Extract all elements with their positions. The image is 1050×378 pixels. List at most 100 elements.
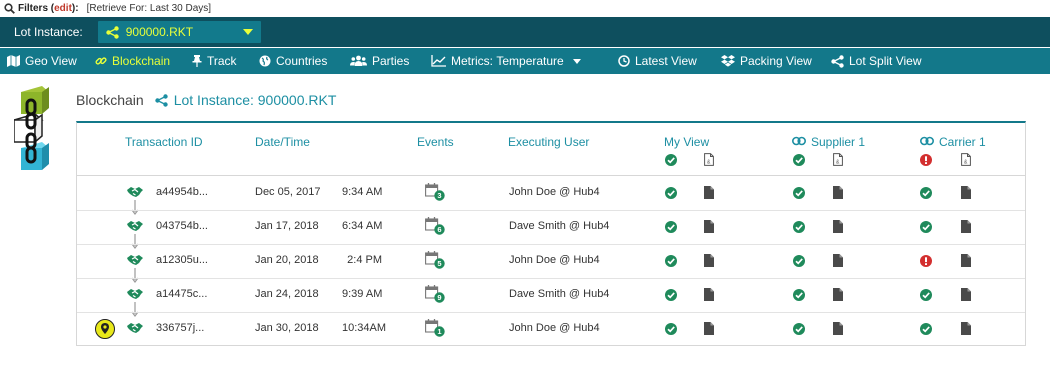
carrier-status-icon (920, 254, 932, 272)
lot-instance-bar: Lot Instance: 900000.RKT (0, 17, 1050, 47)
nav-metrics-label: Metrics: (451, 54, 493, 68)
my-view-status-icon (665, 254, 677, 272)
executing-user: Dave Smith @ Hub4 (509, 220, 610, 232)
row-divider (77, 244, 1025, 245)
supplier-status-icon (793, 322, 805, 340)
carrier-document-icon[interactable] (961, 186, 971, 204)
nav-geo-view[interactable]: Geo View (7, 48, 77, 74)
nav-countries-label: Countries (276, 54, 328, 68)
filters-edit-link[interactable]: edit (54, 3, 72, 14)
header-carrier[interactable]: Carrier 1 (939, 135, 986, 149)
date-cell: Jan 30, 2018 (255, 322, 319, 334)
nav-lot-split-view[interactable]: Lot Split View (831, 48, 922, 74)
time-cell: 10:34AM (342, 322, 387, 334)
carrier-document-icon[interactable]: & (961, 153, 971, 171)
clock-icon (618, 55, 630, 67)
chain-link-icon (792, 136, 806, 146)
supplier-document-icon[interactable] (833, 186, 843, 204)
carrier-document-icon[interactable] (961, 220, 971, 238)
svg-text:6: 6 (437, 225, 441, 234)
my-view-document-icon[interactable] (704, 220, 714, 238)
link-icon (95, 57, 107, 65)
nav-packing-view[interactable]: Packing View (721, 48, 812, 74)
carrier-document-icon[interactable] (961, 322, 971, 340)
my-view-status-icon (665, 186, 677, 204)
supplier-document-icon[interactable] (833, 254, 843, 272)
events-calendar-icon[interactable]: 5 (425, 251, 447, 274)
carrier-document-icon[interactable] (961, 254, 971, 272)
my-view-document-icon[interactable] (704, 254, 714, 272)
row-divider (77, 278, 1025, 279)
globe-icon (259, 55, 271, 67)
nav-track[interactable]: Track (192, 48, 237, 74)
carrier-status-icon (920, 186, 932, 204)
location-marker-icon[interactable] (95, 319, 115, 344)
time-cell: 6:34 AM (342, 220, 383, 232)
events-calendar-icon[interactable]: 9 (425, 285, 447, 308)
line-chart-icon (431, 55, 446, 67)
nav-geo-view-label: Geo View (25, 54, 77, 68)
header-supplier[interactable]: Supplier 1 (811, 135, 865, 149)
date-cell: Jan 17, 2018 (255, 220, 319, 232)
time-cell: 9:34 AM (342, 186, 383, 198)
my-view-document-icon[interactable] (704, 322, 714, 340)
my-view-status-icon (665, 288, 677, 306)
date-cell: Jan 20, 2018 (255, 254, 319, 266)
chain-link-icon (920, 136, 934, 146)
header-my-view[interactable]: My View (664, 135, 709, 149)
date-cell: Jan 24, 2018 (255, 288, 319, 300)
supplier-document-icon[interactable]: & (833, 153, 843, 171)
magnifier-icon (4, 3, 15, 14)
map-icon (7, 55, 20, 67)
filters-label: Filters (edit): (18, 3, 79, 14)
transaction-id[interactable]: a12305u... (156, 254, 208, 266)
supplier-document-icon[interactable] (833, 322, 843, 340)
events-calendar-icon[interactable]: 1 (425, 319, 447, 342)
supplier-status-icon (793, 220, 805, 238)
page-title: Blockchain (76, 92, 144, 108)
my_view-status-icon (665, 153, 677, 171)
dropbox-icon (721, 55, 735, 67)
blockchain-logo (14, 86, 49, 170)
filters-bar: Filters (edit): [Retrieve For: Last 30 D… (0, 0, 1050, 17)
transaction-id[interactable]: 336757j... (156, 322, 204, 334)
transaction-id[interactable]: 043754b... (156, 220, 208, 232)
nav-latest-view-label: Latest View (635, 54, 697, 68)
nav-latest-view[interactable]: Latest View (618, 48, 697, 74)
header-date-time[interactable]: Date/Time (255, 135, 310, 149)
my-view-document-icon[interactable] (704, 186, 714, 204)
header-executing-user[interactable]: Executing User (508, 135, 589, 149)
svg-text:1: 1 (437, 327, 441, 336)
handshake-icon (126, 322, 144, 340)
nav-blockchain[interactable]: Blockchain (95, 48, 170, 74)
nav-parties[interactable]: Parties (350, 48, 409, 74)
supplier-status-icon (793, 254, 805, 272)
nav-metrics-value: Temperature (496, 54, 564, 68)
nav-metrics[interactable]: Metrics: Temperature (431, 48, 581, 74)
supplier-status-icon (793, 288, 805, 306)
svg-text:5: 5 (437, 259, 441, 268)
nav-countries[interactable]: Countries (259, 48, 327, 74)
my-view-document-icon[interactable] (704, 288, 714, 306)
row-divider (77, 210, 1025, 211)
lot-instance-select[interactable]: 900000.RKT (97, 21, 261, 43)
nav-track-label: Track (207, 54, 237, 68)
my_view-document-icon[interactable]: & (704, 153, 714, 171)
transaction-id[interactable]: a44954b... (156, 186, 208, 198)
events-calendar-icon[interactable]: 6 (425, 217, 447, 240)
date-cell: Dec 05, 2017 (255, 186, 321, 198)
page-header: Blockchain Lot Instance: 900000.RKT (76, 92, 336, 108)
carrier-status-icon (920, 322, 932, 340)
supplier-document-icon[interactable] (833, 288, 843, 306)
share-icon (106, 25, 119, 39)
transaction-id[interactable]: a14475c... (156, 288, 207, 300)
events-calendar-icon[interactable]: 3 (425, 183, 447, 206)
nav-blockchain-label: Blockchain (112, 54, 171, 68)
lot-instance-link[interactable]: Lot Instance: 900000.RKT (174, 92, 337, 108)
header-events[interactable]: Events (417, 135, 454, 149)
supplier-document-icon[interactable] (833, 220, 843, 238)
header-transaction-id[interactable]: Transaction ID (125, 135, 203, 149)
time-cell: 9:39 AM (342, 288, 383, 300)
svg-text:3: 3 (437, 191, 441, 200)
carrier-document-icon[interactable] (961, 288, 971, 306)
